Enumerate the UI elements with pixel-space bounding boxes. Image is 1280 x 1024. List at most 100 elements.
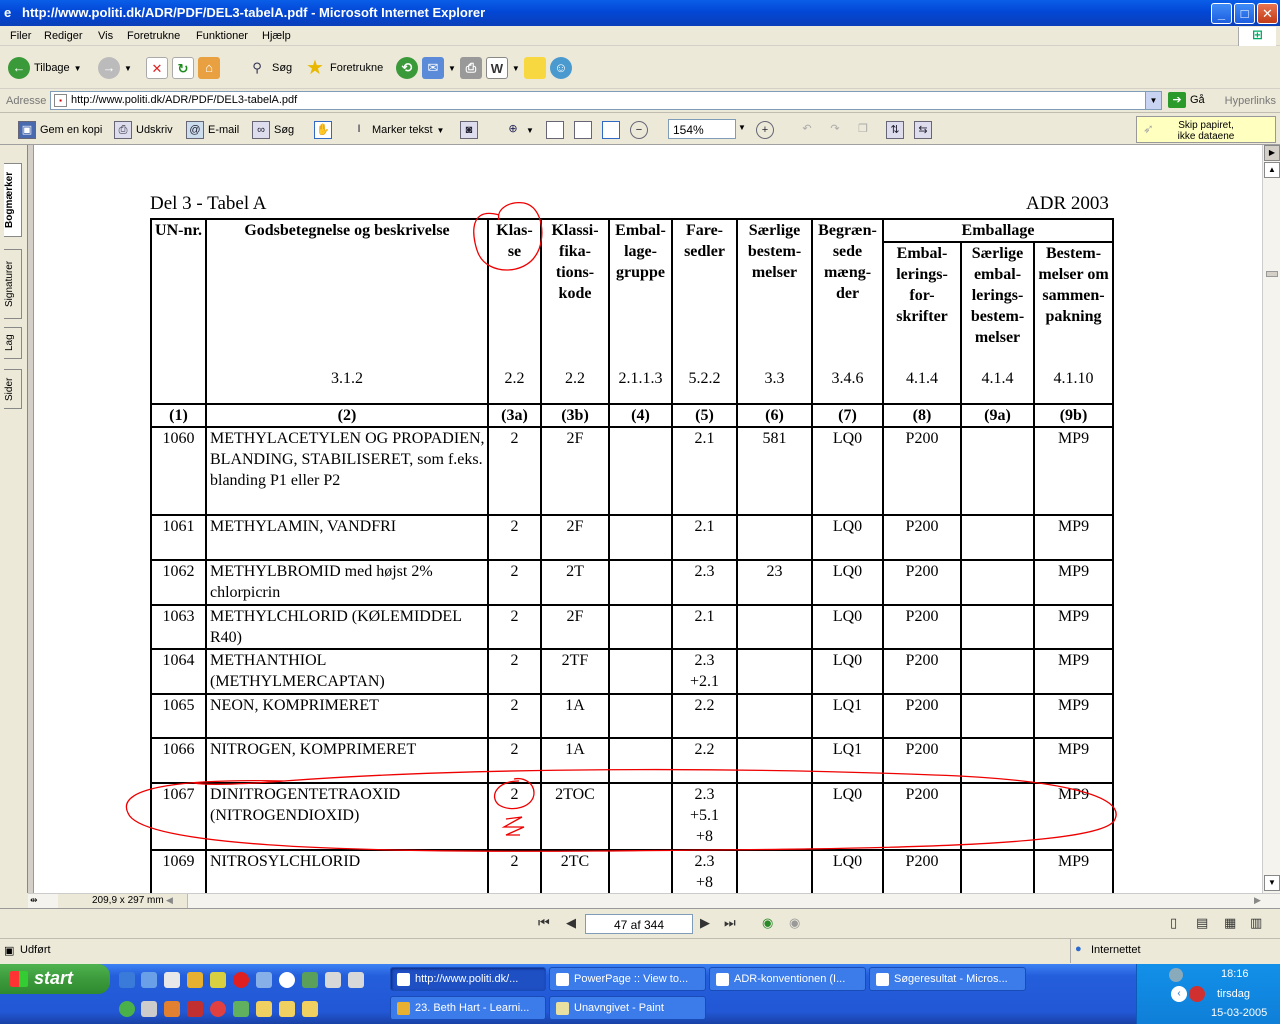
go-button[interactable]: ➔ Gå (1168, 92, 1205, 108)
start-button[interactable]: start (0, 964, 110, 994)
maximize-button[interactable]: □ (1234, 3, 1255, 24)
history-icon[interactable]: ⟲ (396, 57, 418, 79)
refresh-icon[interactable]: ↻ (172, 57, 194, 79)
word-icon[interactable]: W (485, 57, 508, 79)
minimize-button[interactable]: _ (1211, 3, 1232, 24)
zoom-tool-dropdown-icon[interactable]: ▼ (526, 126, 534, 135)
stop-icon[interactable]: ✕ (146, 57, 168, 79)
links-button[interactable]: Hyperlinks (1225, 95, 1276, 107)
task-adr-konventionen[interactable]: ADR-konventionen (I... (709, 967, 866, 991)
quicklaunch-media-icon[interactable] (210, 1001, 226, 1017)
messenger-icon[interactable]: ☺ (549, 57, 572, 79)
task-ie-pdf[interactable]: http://www.politi.dk/... (390, 967, 546, 991)
split-handle-icon[interactable]: ⇹ (30, 895, 38, 906)
copy-icon[interactable]: ❐ (854, 121, 872, 139)
scroll-right-arrow-icon[interactable]: ▶ (1264, 145, 1280, 161)
quicklaunch-green-icon[interactable] (119, 1001, 135, 1017)
favorites-button[interactable]: ★ Foretrukne (304, 55, 383, 81)
print-icon[interactable]: ⎙ (459, 57, 482, 79)
quicklaunch-monitor-icon[interactable] (141, 1001, 157, 1017)
menu-hjaelp[interactable]: Hjælp (262, 30, 291, 42)
menu-funktioner[interactable]: Funktioner (196, 30, 248, 42)
quicklaunch-calc-icon[interactable] (348, 972, 364, 988)
rotate-ccw-icon[interactable]: ↶ (798, 121, 816, 139)
back-dropdown-icon[interactable]: ▼ (74, 64, 82, 73)
quicklaunch-clock-icon[interactable] (279, 972, 295, 988)
close-button[interactable]: ✕ (1257, 3, 1278, 24)
quicklaunch-s-icon[interactable] (233, 972, 249, 988)
tab-pages[interactable]: Sider (4, 369, 22, 409)
vertical-scrollbar[interactable]: ▶ ▲ ▼ (1262, 145, 1280, 893)
task-beth-hart[interactable]: 23. Beth Hart - Learni... (390, 996, 546, 1020)
user-icon[interactable] (1169, 968, 1183, 982)
quicklaunch-doc-icon[interactable] (325, 972, 341, 988)
search-button[interactable]: ⚲ Søg (246, 55, 292, 81)
select-text-button[interactable]: I Marker tekst ▼ (350, 119, 444, 141)
fit-page-icon[interactable] (573, 121, 592, 139)
continuous-icon[interactable]: ▤ (1196, 915, 1208, 931)
scroll-up-arrow-icon[interactable]: ▲ (1264, 162, 1280, 178)
reflow-icon[interactable]: ⇅ (886, 121, 904, 139)
task-soegeresultat[interactable]: Søgeresultat - Micros... (869, 967, 1026, 991)
actual-size-icon[interactable] (545, 121, 564, 139)
zoom-input[interactable]: 154% (668, 119, 736, 139)
edit-dropdown-icon[interactable]: ▼ (512, 64, 520, 73)
clock-time[interactable]: 18:16 (1221, 968, 1249, 980)
mail-icon[interactable]: ✉ (422, 57, 444, 79)
quicklaunch-ie-icon[interactable] (119, 972, 135, 988)
last-page-icon[interactable]: ⏭ (724, 915, 736, 931)
horizontal-scrollbar[interactable]: ⇹ 209,9 x 297 mm ◀ ▶ (28, 893, 1280, 909)
scroll-down-arrow-icon[interactable]: ▼ (1264, 875, 1280, 891)
task-paint[interactable]: Unavngivet - Paint (549, 996, 706, 1020)
scroll-left-arrow-icon[interactable]: ◀ (166, 895, 173, 906)
zoom-dropdown-icon[interactable]: ▼ (738, 123, 746, 132)
page-number-input[interactable]: 47 af 344 (585, 914, 693, 934)
quicklaunch-search-icon[interactable] (256, 972, 272, 988)
tab-signatures[interactable]: Signaturer (4, 249, 22, 319)
save-copy-button[interactable]: ▣ Gem en kopi (18, 119, 102, 141)
back-button[interactable]: ← Tilbage ▼ (8, 55, 82, 81)
next-page-icon[interactable]: ▶ (700, 915, 710, 931)
page-layout-icon[interactable]: ⇆ (914, 121, 932, 139)
task-powerpage[interactable]: PowerPage :: View to... (549, 967, 706, 991)
quicklaunch-outlook-icon[interactable] (141, 972, 157, 988)
zoom-in-icon[interactable]: + (756, 121, 774, 139)
forward-button[interactable]: → ▼ (98, 55, 132, 81)
address-input[interactable]: ▪ http://www.politi.dk/ADR/PDF/DEL3-tabe… (50, 91, 1162, 110)
facing-icon[interactable]: ▦ (1224, 915, 1236, 931)
pdf-document-view[interactable]: Del 3 - Tabel A ADR 2003 UN-nr. Godsbete… (34, 145, 1262, 893)
tab-bookmarks[interactable]: Bogmærker (4, 163, 22, 237)
menu-vis[interactable]: Vis (98, 30, 113, 42)
quicklaunch-messenger-icon[interactable] (233, 1001, 249, 1017)
continuous-facing-icon[interactable]: ▥ (1250, 915, 1262, 931)
scroll-right-small-arrow-icon[interactable]: ▶ (1254, 895, 1261, 906)
quicklaunch-winamp-icon[interactable] (187, 972, 203, 988)
zoom-out-icon[interactable]: − (629, 121, 648, 139)
snapshot-icon[interactable]: ◙ (460, 121, 478, 139)
quicklaunch-desktop-icon[interactable] (164, 972, 180, 988)
quicklaunch-app-icon[interactable] (210, 972, 226, 988)
quicklaunch-network-icon[interactable] (302, 972, 318, 988)
discuss-icon[interactable] (523, 57, 546, 79)
pdf-print-button[interactable]: ⎙ Udskriv (114, 119, 173, 141)
single-page-icon[interactable]: ▯ (1170, 915, 1177, 931)
rotate-cw-icon[interactable]: ↷ (826, 121, 844, 139)
mail-dropdown-icon[interactable]: ▼ (448, 64, 456, 73)
menu-foretrukne[interactable]: Foretrukne (127, 30, 180, 42)
pdf-email-button[interactable]: @ E-mail (186, 119, 239, 141)
scroll-thumb[interactable] (1266, 271, 1278, 277)
security-alert-icon[interactable] (1189, 986, 1205, 1002)
previous-page-icon[interactable]: ◀ (566, 915, 576, 931)
tab-layers[interactable]: Lag (4, 327, 22, 359)
zoom-in-tool-icon[interactable]: ⊕ (504, 121, 522, 139)
skip-paper-ad[interactable]: ➶ Skip papiret, ikke dataene (1136, 116, 1276, 143)
folder-icon[interactable] (256, 1001, 272, 1017)
first-page-icon[interactable]: ⏮ (538, 915, 550, 931)
tray-collapse-icon[interactable]: ‹ (1171, 986, 1187, 1002)
folder-icon[interactable] (302, 1001, 318, 1017)
home-icon[interactable]: ⌂ (198, 57, 220, 79)
quicklaunch-tool-icon[interactable] (164, 1001, 180, 1017)
fit-width-icon[interactable] (601, 121, 620, 139)
quicklaunch-red-icon[interactable] (187, 1001, 203, 1017)
pdf-search-button[interactable]: ∞ Søg (252, 119, 294, 141)
